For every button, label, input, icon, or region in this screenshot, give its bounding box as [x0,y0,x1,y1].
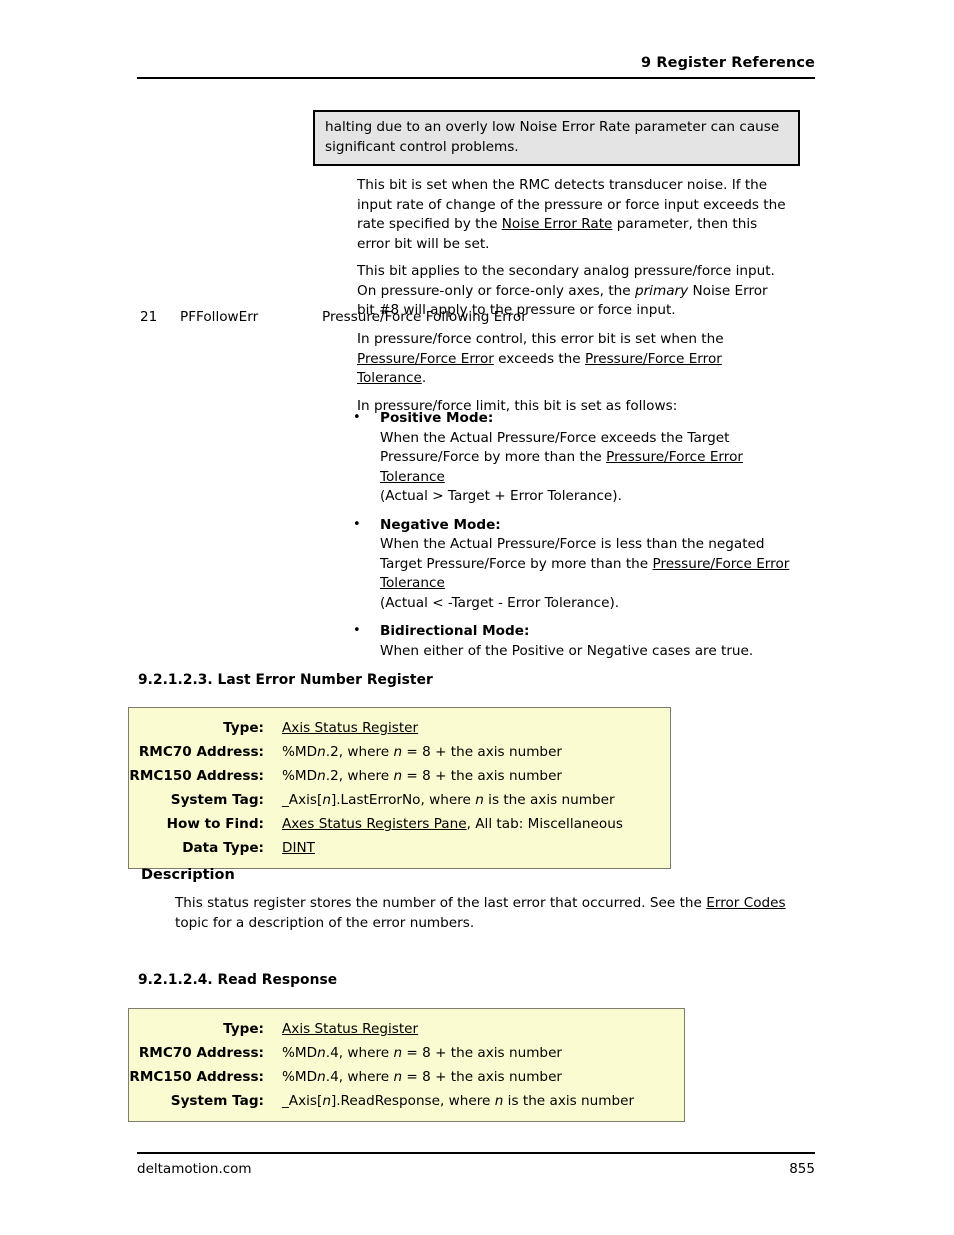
noise-error-paragraph-1: This bit is set when the RMC detects tra… [357,176,789,254]
table-row: Type: Axis Status Register [129,716,660,740]
spec-label: RMC70 Address: [138,744,264,760]
description-paragraph: This status register stores the number o… [175,894,815,933]
mode-body: When either of the Positive or Negative … [380,642,754,659]
footer-site-name[interactable]: deltamotion.com [137,1160,252,1178]
spec-value-system-tag: _Axis[n].ReadResponse, where n is the ax… [282,1093,635,1109]
table-row: RMC70 Address: %MDn.2, where n = 8 + the… [129,740,660,764]
document-page: 9 Register Reference halting due to an o… [0,0,954,1235]
spec-value-rmc150-address: %MDn.4, where n = 8 + the axis number [282,1069,563,1085]
bit-name: PFFollowErr [180,309,259,325]
mode-title: Bidirectional Mode: [380,623,530,639]
spec-label: System Tag: [170,792,264,808]
table-row: System Tag: _Axis[n].ReadResponse, where… [129,1089,674,1113]
bit-description: Pressure/Force Following Error [322,309,527,325]
spec-label: Data Type: [182,840,264,856]
mode-title: Positive Mode: [380,410,494,426]
description-text-a: This status register stores the number o… [175,895,707,911]
spec-value-data-type[interactable]: DINT [282,836,315,860]
chapter-title: 9 Register Reference [641,55,815,71]
page-header: 9 Register Reference [137,54,815,72]
mode-bullet-list: • Positive Mode: When the Actual Pressur… [352,409,797,661]
noise-error-p2-emphasis: primary [634,282,689,299]
bullet-dot-icon: • [353,516,361,532]
error-codes-link[interactable]: Error Codes [706,895,785,911]
spec-label: RMC150 Address: [129,768,264,784]
follow-error-p1-text-c: . [421,370,427,386]
noise-error-rate-link[interactable]: Noise Error Rate [502,216,613,232]
spec-label: Type: [223,720,264,736]
spec-table-last-error-number: Type: Axis Status Register RMC70 Address… [128,707,671,869]
description-text-b: topic for a description of the error num… [175,914,475,931]
pressure-force-error-link[interactable]: Pressure/Force Error [357,351,494,367]
spec-value-rmc150-address: %MDn.2, where n = 8 + the axis number [282,768,563,784]
follow-error-paragraph-1: In pressure/force control, this error bi… [357,330,795,389]
follow-error-p1-text-b: exceeds the [493,350,585,367]
follow-error-p1-text-a: In pressure/force control, this error bi… [357,331,724,347]
spec-label: Type: [223,1021,264,1037]
follow-error-description: In pressure/force control, this error bi… [357,330,795,416]
table-row: System Tag: _Axis[n].LastErrorNo, where … [129,788,660,812]
spec-label: System Tag: [170,1093,264,1109]
table-row: Data Type: DINT [129,836,660,860]
spec-value-type[interactable]: Axis Status Register [282,1017,418,1041]
mode-formula: (Actual > Target + Error Tolerance). [380,488,622,504]
spec-label: How to Find: [166,816,264,832]
bullet-dot-icon: • [353,410,361,425]
mode-formula: (Actual < -Target - Error Tolerance). [380,594,620,611]
spec-value-how-to-find[interactable]: Axes Status Registers Pane, All tab: Mis… [282,812,623,836]
spec-label: RMC150 Address: [129,1069,264,1085]
mode-body: When the Actual Pressure/Force exceeds t… [380,429,797,488]
page-footer: deltamotion.com 855 [137,1160,815,1178]
table-row: RMC150 Address: %MDn.2, where n = 8 + th… [129,764,660,788]
header-divider [137,77,815,79]
warning-note-box: halting due to an overly low Noise Error… [313,110,800,166]
spec-value-type[interactable]: Axis Status Register [282,716,418,740]
bit-definition-row: 21 PFFollowErr Pressure/Force Following … [0,308,954,328]
description-heading: Description [141,867,235,883]
table-row: How to Find: Axes Status Registers Pane,… [129,812,660,836]
footer-divider [137,1152,815,1154]
warning-note-text: halting due to an overly low Noise Error… [325,119,780,155]
bit-number: 21 [140,309,158,325]
footer-page-number: 855 [789,1161,815,1177]
spec-value-system-tag: _Axis[n].LastErrorNo, where n is the axi… [282,792,615,808]
spec-table-read-response: Type: Axis Status Register RMC70 Address… [128,1008,685,1122]
table-row: RMC70 Address: %MDn.4, where n = 8 + the… [129,1041,674,1065]
spec-value-rmc70-address: %MDn.2, where n = 8 + the axis number [282,744,563,760]
mode-body: When the Actual Pressure/Force is less t… [380,535,797,594]
section-heading-read-response: 9.2.1.2.4. Read Response [138,972,338,988]
bullet-dot-icon: • [353,623,361,638]
list-item: • Negative Mode: When the Actual Pressur… [352,516,797,614]
list-item: • Positive Mode: When the Actual Pressur… [352,409,797,507]
spec-value-rmc70-address: %MDn.4, where n = 8 + the axis number [282,1045,563,1061]
section-heading-last-error-number: 9.2.1.2.3. Last Error Number Register [138,672,433,688]
table-row: Type: Axis Status Register [129,1017,674,1041]
mode-title: Negative Mode: [380,516,501,533]
table-row: RMC150 Address: %MDn.4, where n = 8 + th… [129,1065,674,1089]
noise-error-description: This bit is set when the RMC detects tra… [357,176,789,321]
list-item: • Bidirectional Mode: When either of the… [352,622,797,661]
spec-label: RMC70 Address: [138,1045,264,1061]
